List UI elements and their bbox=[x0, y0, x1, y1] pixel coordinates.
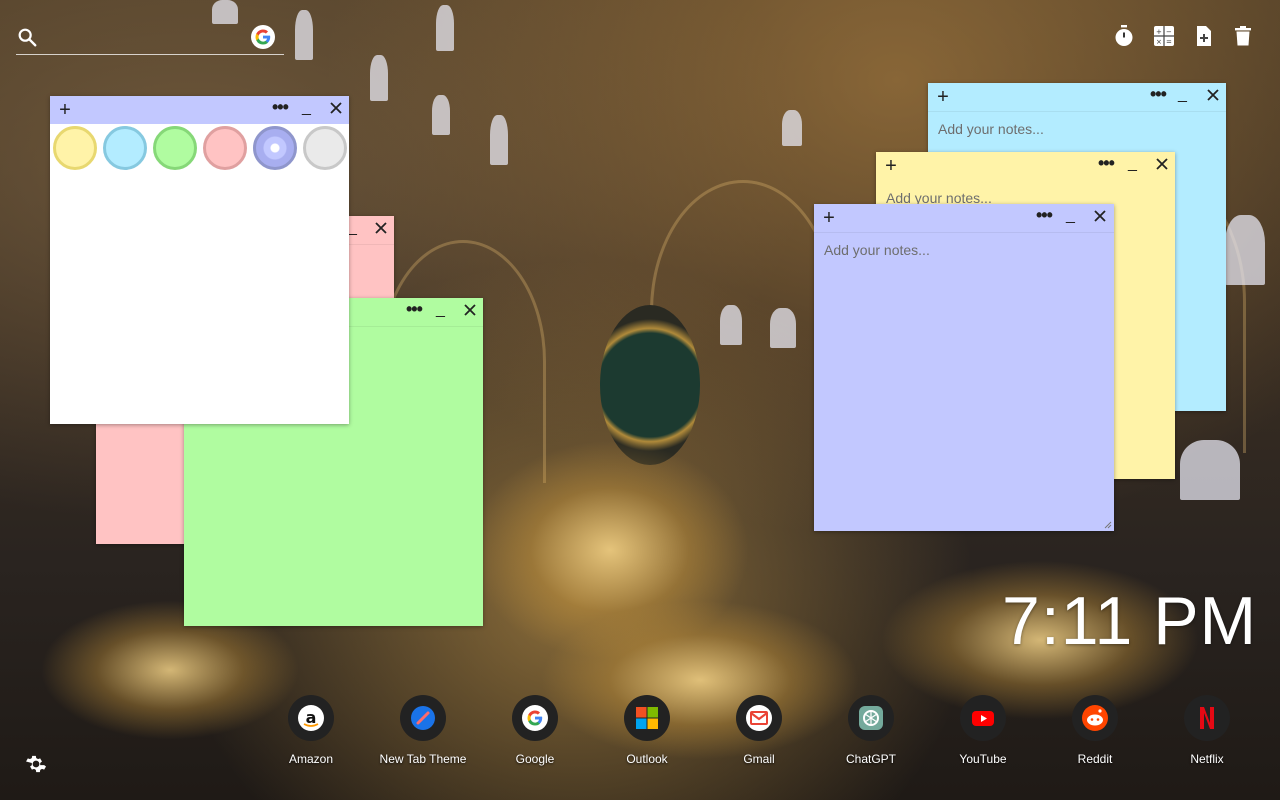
note-header[interactable]: + ••• _ bbox=[814, 204, 1114, 232]
outlook-icon bbox=[624, 695, 670, 741]
shortcut-chatgpt[interactable]: ChatGPT bbox=[823, 695, 919, 766]
more-options-icon[interactable]: ••• bbox=[1036, 206, 1053, 224]
youtube-icon bbox=[960, 695, 1006, 741]
gear-icon[interactable] bbox=[24, 752, 48, 776]
netflix-icon bbox=[1184, 695, 1230, 741]
minimize-icon[interactable]: _ bbox=[1066, 206, 1075, 226]
add-note-icon[interactable]: + bbox=[820, 206, 838, 230]
add-note-icon[interactable]: + bbox=[56, 98, 74, 122]
more-options-icon[interactable]: ••• bbox=[272, 98, 289, 116]
shortcut-outlook[interactable]: Outlook bbox=[599, 695, 695, 766]
color-swatch-yellow[interactable] bbox=[53, 126, 97, 170]
google-icon[interactable] bbox=[251, 25, 275, 49]
clock: 7:11 PM bbox=[1002, 583, 1258, 659]
shortcut-label: Outlook bbox=[626, 752, 668, 766]
more-options-icon[interactable]: ••• bbox=[1150, 85, 1167, 103]
close-icon[interactable] bbox=[1093, 209, 1107, 223]
shortcut-gmail[interactable]: Gmail bbox=[711, 695, 807, 766]
shortcut-new-tab-theme[interactable]: New Tab Theme bbox=[375, 695, 471, 766]
minimize-icon[interactable]: _ bbox=[436, 300, 445, 320]
resize-handle[interactable] bbox=[1104, 521, 1112, 529]
amazon-icon: a bbox=[288, 695, 334, 741]
close-icon[interactable] bbox=[463, 303, 477, 317]
minimize-icon[interactable]: _ bbox=[302, 98, 311, 118]
shortcut-label: Netflix bbox=[1190, 752, 1224, 766]
google-icon bbox=[512, 695, 558, 741]
add-note-icon[interactable]: + bbox=[882, 154, 900, 178]
shortcut-amazon[interactable]: a Amazon bbox=[263, 695, 359, 766]
shortcut-label: Google bbox=[515, 752, 555, 766]
shortcut-label: New Tab Theme bbox=[379, 752, 467, 766]
shortcut-netflix[interactable]: Netflix bbox=[1159, 695, 1255, 766]
sticky-note-white[interactable]: + ••• _ bbox=[50, 96, 349, 424]
shortcut-reddit[interactable]: Reddit bbox=[1047, 695, 1143, 766]
close-icon[interactable] bbox=[1155, 157, 1169, 171]
color-swatch-blue[interactable] bbox=[103, 126, 147, 170]
svg-text:×: × bbox=[1156, 38, 1162, 46]
color-swatch-periwinkle-selected[interactable] bbox=[253, 126, 297, 170]
shortcut-youtube[interactable]: YouTube bbox=[935, 695, 1031, 766]
sticky-note-periwinkle[interactable]: + ••• _ Add your notes... bbox=[814, 204, 1114, 531]
more-options-icon[interactable]: ••• bbox=[406, 300, 423, 318]
shortcut-google[interactable]: Google bbox=[487, 695, 583, 766]
note-header[interactable]: + ••• _ bbox=[876, 152, 1175, 180]
shortcut-label: ChatGPT bbox=[845, 752, 896, 766]
timer-icon[interactable] bbox=[1112, 24, 1136, 48]
color-swatch-gray[interactable] bbox=[303, 126, 347, 170]
add-note-icon[interactable]: + bbox=[934, 85, 952, 109]
reddit-icon bbox=[1072, 695, 1118, 741]
gmail-icon bbox=[736, 695, 782, 741]
color-swatch-green[interactable] bbox=[153, 126, 197, 170]
note-placeholder: Add your notes... bbox=[824, 242, 930, 258]
calculator-icon[interactable]: + − × = bbox=[1152, 24, 1176, 48]
new-tab-theme-icon bbox=[400, 695, 446, 741]
color-swatch-pink[interactable] bbox=[203, 126, 247, 170]
shortcut-label: Amazon bbox=[288, 752, 334, 766]
trash-icon[interactable] bbox=[1231, 24, 1255, 48]
shortcut-label: Reddit bbox=[1077, 752, 1113, 766]
note-header[interactable]: + ••• _ bbox=[50, 96, 349, 124]
shortcut-label: YouTube bbox=[959, 752, 1007, 766]
new-note-icon[interactable] bbox=[1192, 24, 1216, 48]
minimize-icon[interactable]: _ bbox=[348, 218, 357, 238]
note-header[interactable]: + ••• _ bbox=[928, 83, 1226, 111]
close-icon[interactable] bbox=[329, 101, 343, 115]
more-options-icon[interactable]: ••• bbox=[1098, 154, 1115, 172]
svg-text:−: − bbox=[1166, 28, 1172, 36]
minimize-icon[interactable]: _ bbox=[1178, 85, 1187, 105]
search-input[interactable] bbox=[16, 54, 284, 55]
chatgpt-icon bbox=[848, 695, 894, 741]
shortcut-label: Gmail bbox=[743, 752, 775, 766]
close-icon[interactable] bbox=[1206, 88, 1220, 102]
search-icon[interactable] bbox=[16, 26, 38, 48]
svg-text:+: + bbox=[1156, 28, 1162, 36]
close-icon[interactable] bbox=[374, 221, 388, 235]
minimize-icon[interactable]: _ bbox=[1128, 154, 1137, 174]
svg-text:=: = bbox=[1166, 38, 1172, 46]
svg-text:a: a bbox=[306, 708, 317, 727]
note-text-area[interactable]: Add your notes... bbox=[814, 232, 1114, 531]
note-placeholder: Add your notes... bbox=[938, 121, 1044, 137]
